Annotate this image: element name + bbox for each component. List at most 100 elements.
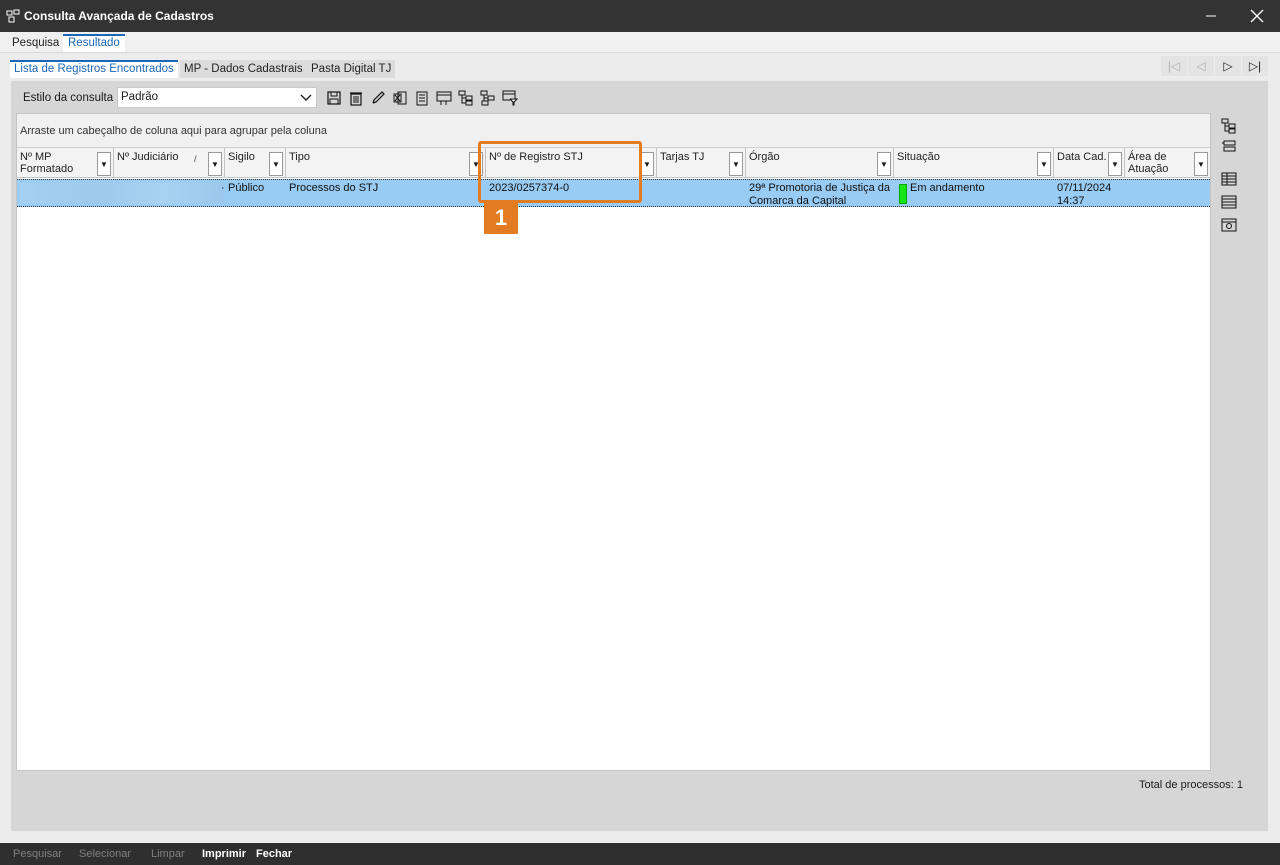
next-icon: ▷ (1223, 59, 1233, 73)
column-filter-button[interactable]: ▼ (729, 152, 743, 176)
dropdown-arrow-icon: ▼ (643, 159, 651, 169)
previous-record-button[interactable]: ◁ (1188, 56, 1214, 76)
tab-lista-registros[interactable]: Lista de Registros Encontrados (10, 60, 178, 78)
column-header-mp-formatado[interactable]: Nº MP Formatado ▼ (17, 148, 114, 178)
cell-orgao-line1: 29ª Promotoria de Justiça da (749, 182, 891, 194)
column-header-tipo[interactable]: Tipo ▼ (286, 148, 486, 178)
title-bar: Consulta Avançada de Cadastros (0, 0, 1280, 32)
save-icon (327, 91, 341, 105)
excel-icon (393, 91, 407, 105)
column-header-orgao[interactable]: Órgão ▼ (746, 148, 894, 178)
close-button[interactable] (1234, 0, 1280, 32)
tree-expand-button[interactable] (456, 88, 476, 108)
style-label: Estilo da consulta (23, 92, 114, 104)
column-header-data-cad[interactable]: Data Cad. ▼ (1054, 148, 1125, 178)
cell-data-line1: 07/11/2024 (1057, 182, 1112, 194)
tab-pasta-digital-tj[interactable]: Pasta Digital TJ (307, 60, 396, 78)
tab-resultado[interactable]: Resultado (63, 34, 125, 52)
column-filter-button[interactable]: ▼ (269, 152, 283, 176)
column-filter-button[interactable]: ▼ (1194, 152, 1208, 176)
sort-indicator-icon: / (194, 154, 197, 164)
column-filter-button[interactable]: ▼ (640, 152, 654, 176)
hierarchy-icon (480, 90, 495, 106)
dropdown-arrow-icon: ▼ (211, 159, 219, 169)
export-excel-button[interactable] (390, 88, 410, 108)
dropdown-arrow-icon: ▼ (1197, 159, 1205, 169)
column-filter-button[interactable]: ▼ (1108, 152, 1122, 176)
group-by-hint: Arraste um cabeçalho de coluna aqui para… (20, 125, 327, 137)
outer-tab-bar: Pesquisa Resultado (0, 32, 1280, 52)
chevron-down-icon (300, 94, 312, 101)
dropdown-arrow-icon: ▼ (1111, 159, 1119, 169)
window-title: Consulta Avançada de Cadastros (24, 9, 214, 23)
last-icon: ▷| (1248, 59, 1262, 73)
column-label: Tipo (289, 151, 310, 163)
print-preview-button[interactable] (1218, 215, 1240, 235)
column-header-sigilo[interactable]: Sigilo ▼ (225, 148, 286, 178)
previous-icon: ◁ (1196, 59, 1206, 73)
delete-style-button[interactable] (346, 88, 366, 108)
cell-data-line2: 14:37 (1057, 195, 1085, 207)
style-select[interactable]: Padrão (117, 87, 317, 108)
tab-mp-dados-cadastrais[interactable]: MP - Dados Cadastrais (180, 60, 307, 78)
next-record-button[interactable]: ▷ (1215, 56, 1241, 76)
column-filter-button[interactable]: ▼ (208, 152, 222, 176)
column-filter-button[interactable]: ▼ (1037, 152, 1051, 176)
cell-sigilo-prefix: · (221, 182, 225, 194)
dropdown-arrow-icon: ▼ (1040, 159, 1048, 169)
status-color-indicator (899, 184, 907, 204)
table-icon (1221, 172, 1237, 186)
column-filter-button[interactable]: ▼ (877, 152, 891, 176)
first-record-button[interactable]: |◁ (1161, 56, 1187, 76)
tree-icon (458, 90, 473, 106)
column-header-situacao[interactable]: Situação ▼ (894, 148, 1054, 178)
tree-expand-icon (1221, 118, 1236, 134)
column-label: Data Cad. (1057, 151, 1107, 163)
trash-icon (350, 92, 362, 106)
dropdown-arrow-icon: ▼ (272, 159, 280, 169)
column-label: Órgão (749, 151, 780, 163)
list-view-button[interactable] (1218, 192, 1240, 212)
document-icon (416, 91, 428, 106)
imprimir-button[interactable]: Imprimir (202, 848, 246, 860)
column-label: Situação (897, 151, 940, 163)
column-header-area-atuacao[interactable]: Área de Atuação ▼ (1125, 148, 1210, 178)
filter-icon (502, 90, 518, 106)
edit-style-button[interactable] (368, 88, 388, 108)
annotation-highlight (478, 141, 642, 203)
minimize-icon (1206, 15, 1216, 17)
column-header-tarjas-tj[interactable]: Tarjas TJ ▼ (657, 148, 746, 178)
export-document-button[interactable] (412, 88, 432, 108)
grid-view-button[interactable] (1218, 169, 1240, 189)
filter-settings-button[interactable] (500, 88, 520, 108)
cell-orgao-line2: Comarca da Capital (749, 195, 847, 207)
preview-icon (1221, 218, 1237, 232)
first-icon: |◁ (1167, 59, 1181, 73)
column-label: Área de Atuação (1128, 151, 1169, 175)
columns-icon (436, 91, 452, 105)
total-count: Total de processos: 1 (1139, 779, 1243, 791)
collapse-icon (1222, 140, 1236, 152)
pesquisar-button[interactable]: Pesquisar (13, 848, 62, 860)
expand-all-button[interactable] (1218, 116, 1240, 136)
tree-collapse-button[interactable] (478, 88, 498, 108)
column-filter-button[interactable]: ▼ (97, 152, 111, 176)
pencil-icon (372, 91, 385, 104)
annotation-badge: 1 (484, 202, 518, 234)
tab-pesquisa[interactable]: Pesquisa (7, 34, 64, 52)
minimize-button[interactable] (1188, 0, 1234, 32)
columns-config-button[interactable] (434, 88, 454, 108)
last-record-button[interactable]: ▷| (1242, 56, 1268, 76)
grid-side-toolbar (1218, 116, 1240, 236)
column-label: Tarjas TJ (660, 151, 705, 163)
fechar-button[interactable]: Fechar (256, 848, 292, 860)
limpar-button[interactable]: Limpar (151, 848, 185, 860)
save-style-button[interactable] (324, 88, 344, 108)
bottom-action-bar: Pesquisar Selecionar Limpar Imprimir Fec… (0, 843, 1280, 865)
selecionar-button[interactable]: Selecionar (79, 848, 131, 860)
style-select-value: Padrão (121, 91, 159, 103)
collapse-all-button[interactable] (1218, 136, 1240, 156)
cell-tipo: Processos do STJ (289, 182, 379, 194)
column-header-judiciario[interactable]: Nº Judiciário / ▼ (114, 148, 225, 178)
list-icon (1221, 195, 1237, 209)
